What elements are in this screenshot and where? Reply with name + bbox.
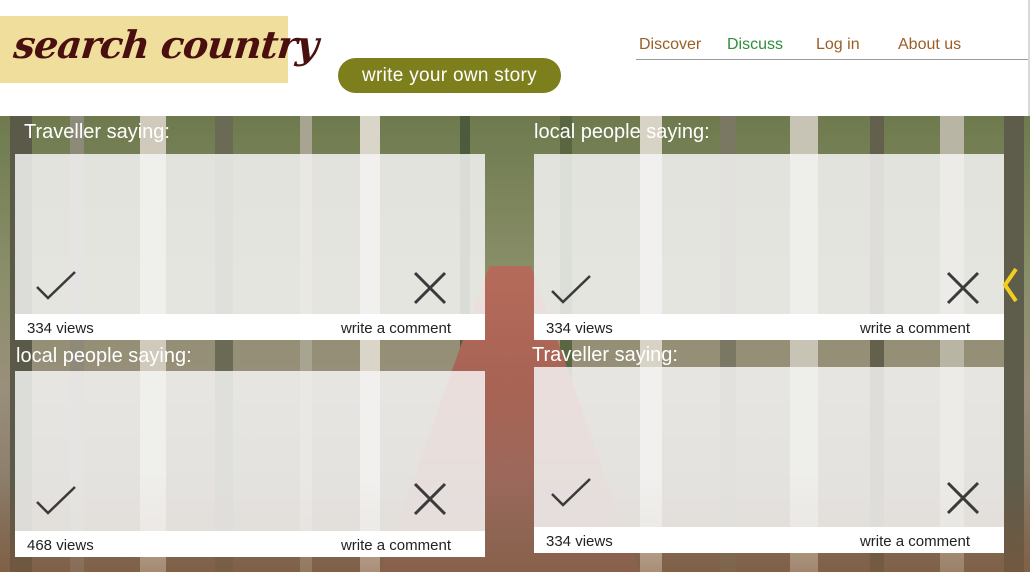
nav-discover[interactable]: Discover (639, 36, 701, 54)
story-card: 334 views write a comment (15, 154, 485, 340)
card-footer: 334 views write a comment (534, 314, 1004, 340)
close-icon[interactable] (945, 480, 981, 516)
close-icon[interactable] (412, 270, 448, 306)
card-title: local people saying: (16, 345, 192, 367)
card-footer: 334 views write a comment (15, 314, 485, 340)
card-title: Traveller saying: (532, 344, 678, 366)
write-comment-link[interactable]: write a comment (341, 537, 451, 554)
check-icon[interactable] (35, 485, 77, 517)
check-icon[interactable] (550, 274, 592, 306)
write-comment-link[interactable]: write a comment (860, 533, 970, 550)
check-icon[interactable] (35, 270, 77, 302)
story-card: 468 views write a comment (15, 371, 485, 557)
nav-login[interactable]: Log in (816, 36, 860, 54)
close-icon[interactable] (945, 270, 981, 306)
view-count: 334 views (27, 320, 94, 337)
view-count: 468 views (27, 537, 94, 554)
logo-text: search country (11, 22, 320, 67)
main-nav: Discover Discuss Log in About us (636, 30, 1028, 60)
check-icon[interactable] (550, 477, 592, 509)
story-card: 334 views write a comment (534, 367, 1004, 553)
close-icon[interactable] (412, 481, 448, 517)
logo[interactable]: search country (0, 16, 320, 83)
nav-about-us[interactable]: About us (898, 36, 961, 54)
card-footer: 468 views write a comment (15, 531, 485, 557)
write-story-button[interactable]: write your own story (338, 58, 561, 93)
write-comment-link[interactable]: write a comment (341, 320, 451, 337)
view-count: 334 views (546, 320, 613, 337)
chevron-left-icon[interactable] (1000, 266, 1020, 304)
nav-discuss[interactable]: Discuss (727, 36, 783, 54)
card-title: Traveller saying: (24, 121, 170, 143)
view-count: 334 views (546, 533, 613, 550)
card-title: local people saying: (534, 121, 710, 143)
write-comment-link[interactable]: write a comment (860, 320, 970, 337)
story-card: 334 views write a comment (534, 154, 1004, 340)
card-footer: 334 views write a comment (534, 527, 1004, 553)
top-header: search country write your own story Disc… (0, 0, 1030, 116)
